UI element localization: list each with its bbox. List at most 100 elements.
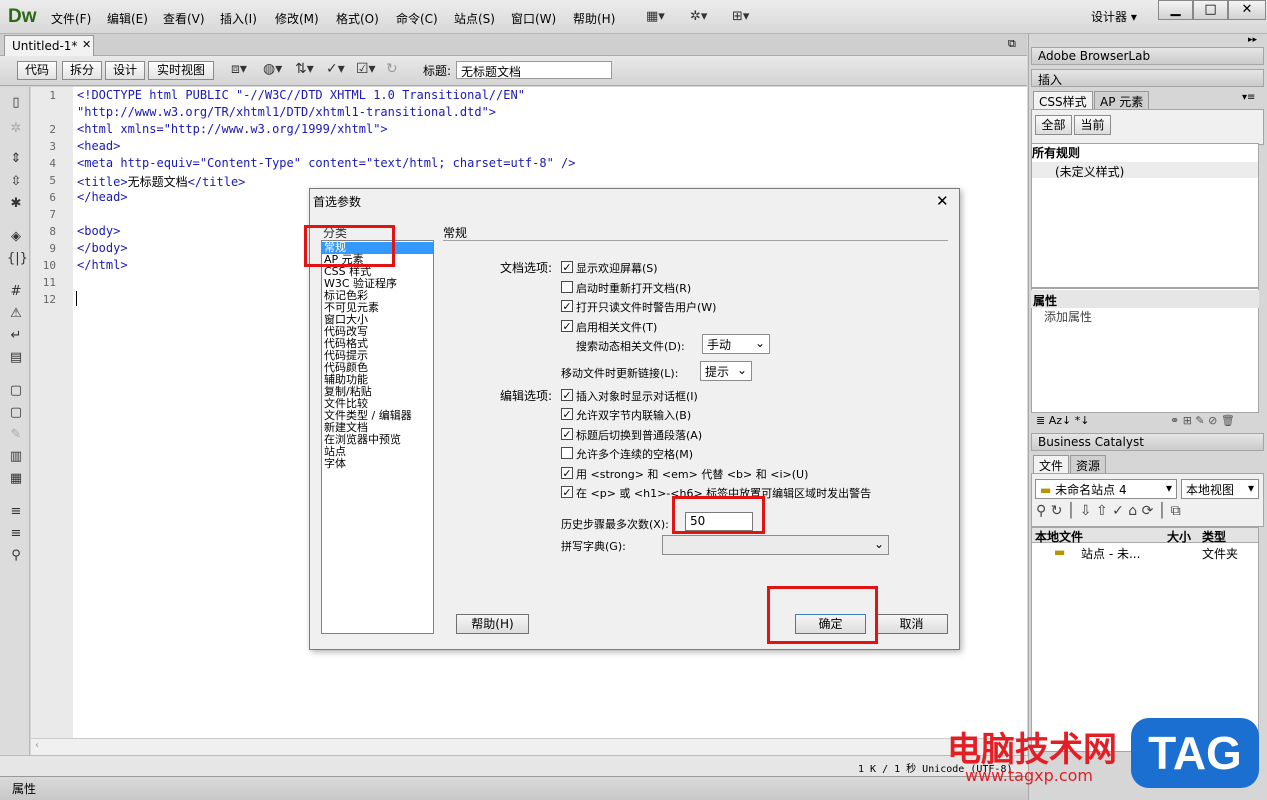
visual-aids-icon[interactable]: ☑▾ [356,61,376,77]
tab-assets[interactable]: 资源 [1070,455,1107,473]
close-icon[interactable]: ✕ [1228,0,1266,20]
workspace-switcher[interactable]: 设计器 ▾ [1091,8,1137,25]
apply-comment-icon[interactable]: ▢ [7,383,25,398]
insert-panel-header[interactable]: 插入 [1031,69,1264,87]
checkbox-insert-dialog[interactable]: ✓ [561,389,573,401]
multiscreen-icon[interactable]: ⧈▾ [231,61,247,77]
menu-window[interactable]: 窗口(W) [511,10,556,27]
line-numbers-icon[interactable]: # [7,284,25,299]
code-line: </html> [77,258,128,272]
menu-help[interactable]: 帮助(H) [573,10,615,27]
checkbox-show-welcome[interactable]: ✓ [561,261,573,273]
code-view-button[interactable]: 代码 [17,61,57,80]
format-source-icon[interactable]: ⚲ [7,548,25,563]
balance-braces-icon[interactable]: {|} [7,251,28,266]
live-view-button[interactable]: 实时视图 [148,61,214,80]
move-css-icon[interactable]: ▦ [7,471,25,486]
folder-icon: ▬ [1054,545,1066,559]
spell-dictionary-select[interactable]: ⌄ [662,535,889,555]
line-number: 2 [49,123,56,136]
move-file-select[interactable]: 提示 ⌄ [700,361,752,381]
menu-edit[interactable]: 编辑(E) [107,10,148,27]
checkbox-related-files[interactable]: ✓ [561,320,573,332]
word-wrap-icon[interactable]: ↵ [7,328,25,343]
cancel-button[interactable]: 取消 [875,614,948,634]
menu-format[interactable]: 格式(O) [336,10,379,27]
checkbox-double-byte[interactable]: ✓ [561,408,573,420]
select-parent-tag-icon[interactable]: ◈ [7,229,25,244]
all-button[interactable]: 全部 [1035,115,1072,135]
edit-options-label: 编辑选项: [500,389,553,403]
layout-icon[interactable]: ▦▾ [646,9,665,24]
file-row-name[interactable]: 站点 - 未... [1081,545,1140,562]
title-input[interactable]: 无标题文档 [456,61,612,79]
menu-view[interactable]: 查看(V) [163,10,205,27]
current-button[interactable]: 当前 [1074,115,1111,135]
design-view-button[interactable]: 设计 [105,61,145,80]
files-toolbar-icons[interactable]: ⚲ ↻ │ ⇩ ⇧ ✓ ⌂ ⟳ │ ⧉ [1036,503,1181,519]
checkbox-editable-region-warning[interactable]: ✓ [561,486,573,498]
checkbox-readonly-warning[interactable]: ✓ [561,300,573,312]
add-property-link[interactable]: 添加属性 [1044,308,1092,325]
horizontal-scrollbar[interactable]: ‹ [31,738,1027,755]
menu-insert[interactable]: 插入(I) [220,10,257,27]
business-catalyst-panel-header[interactable]: Business Catalyst [1031,433,1264,451]
refresh-icon[interactable]: ↻ [386,61,398,77]
menu-file[interactable]: 文件(F) [51,10,91,27]
col-type[interactable]: 类型 [1202,528,1226,545]
open-documents-icon[interactable]: ▯ [7,95,25,110]
highlight-invalid-code-icon[interactable]: ⚠ [7,306,25,321]
tab-ap-elements[interactable]: AP 元素 [1094,91,1150,109]
browserlab-panel-header[interactable]: Adobe BrowserLab [1031,47,1264,65]
dialog-close-icon[interactable]: ✕ [936,192,949,210]
wrap-tag-icon[interactable]: ✎ [7,427,25,442]
preview-icon[interactable]: ◍▾ [263,61,282,77]
show-code-navigator-icon[interactable]: ✲ [7,121,25,136]
code-line: </body> [77,241,128,255]
checkbox-strong-em[interactable]: ✓ [561,467,573,479]
restore-icon[interactable]: ⧉ [1008,37,1016,51]
recent-snippets-icon[interactable]: ▥ [7,449,25,464]
category-item[interactable]: 字体 [324,458,346,470]
col-local-files[interactable]: 本地文件 [1035,528,1083,545]
menu-command[interactable]: 命令(C) [396,10,438,27]
tab-css-styles[interactable]: CSS样式 [1033,91,1093,109]
file-management-icon[interactable]: ⇅▾ [295,61,314,77]
minimize-icon[interactable]: ▁ [1158,0,1193,20]
checkbox-multiple-spaces[interactable] [561,447,573,459]
line-number: 6 [49,191,56,204]
split-view-button[interactable]: 拆分 [62,61,102,80]
help-button[interactable]: 帮助(H) [456,614,529,634]
gear-icon[interactable]: ✲▾ [690,9,707,24]
properties-heading: 属性 [1033,294,1058,308]
remove-comment-icon[interactable]: ▢ [7,405,25,420]
menu-modify[interactable]: 修改(M) [275,10,319,27]
code-tag: <title> [77,175,128,189]
collapse-tag-icon[interactable]: ⇕ [7,151,25,166]
menu-site[interactable]: 站点(S) [454,10,495,27]
css-actions-icons[interactable]: ⚭ ⊞ ✎ ⊘ 🗑 [1170,414,1235,427]
search-dynamic-select[interactable]: 手动 ⌄ [702,334,770,354]
col-size[interactable]: 大小 [1167,528,1191,545]
collapse-selection-icon[interactable]: ⇳ [7,174,25,189]
view-select[interactable]: 本地视图 ▾ [1181,479,1259,499]
indent-icon[interactable]: ≡ [7,504,25,519]
checkbox-switch-paragraph[interactable]: ✓ [561,428,573,440]
tab-files[interactable]: 文件 [1033,455,1070,473]
site-icon[interactable]: ⊞▾ [732,9,749,24]
checkbox-reopen-documents[interactable] [561,281,573,293]
outdent-icon[interactable]: ≡ [7,526,25,541]
rule-item[interactable]: (未定义样式) [1055,163,1124,180]
move-file-label: 移动文件时更新链接(L): [561,367,679,380]
document-tab[interactable]: Untitled-1* [4,35,94,56]
properties-label[interactable]: 属性 [12,780,36,797]
expand-all-icon[interactable]: ✱ [7,196,25,211]
syntax-coloring-icon[interactable]: ▤ [7,350,25,365]
site-select[interactable]: ▬ 未命名站点 4 ▾ [1035,479,1177,499]
maximize-icon[interactable]: □ [1193,0,1228,20]
validate-icon[interactable]: ✓▾ [326,61,345,77]
collapse-panels-icon[interactable]: ▸▸ [1248,35,1257,45]
tab-close-icon[interactable]: ✕ [82,38,91,51]
css-panel-bottom-icons[interactable]: ≣ Az↓ *↓ [1036,414,1089,427]
panel-menu-icon[interactable]: ▾≡ [1242,92,1255,103]
